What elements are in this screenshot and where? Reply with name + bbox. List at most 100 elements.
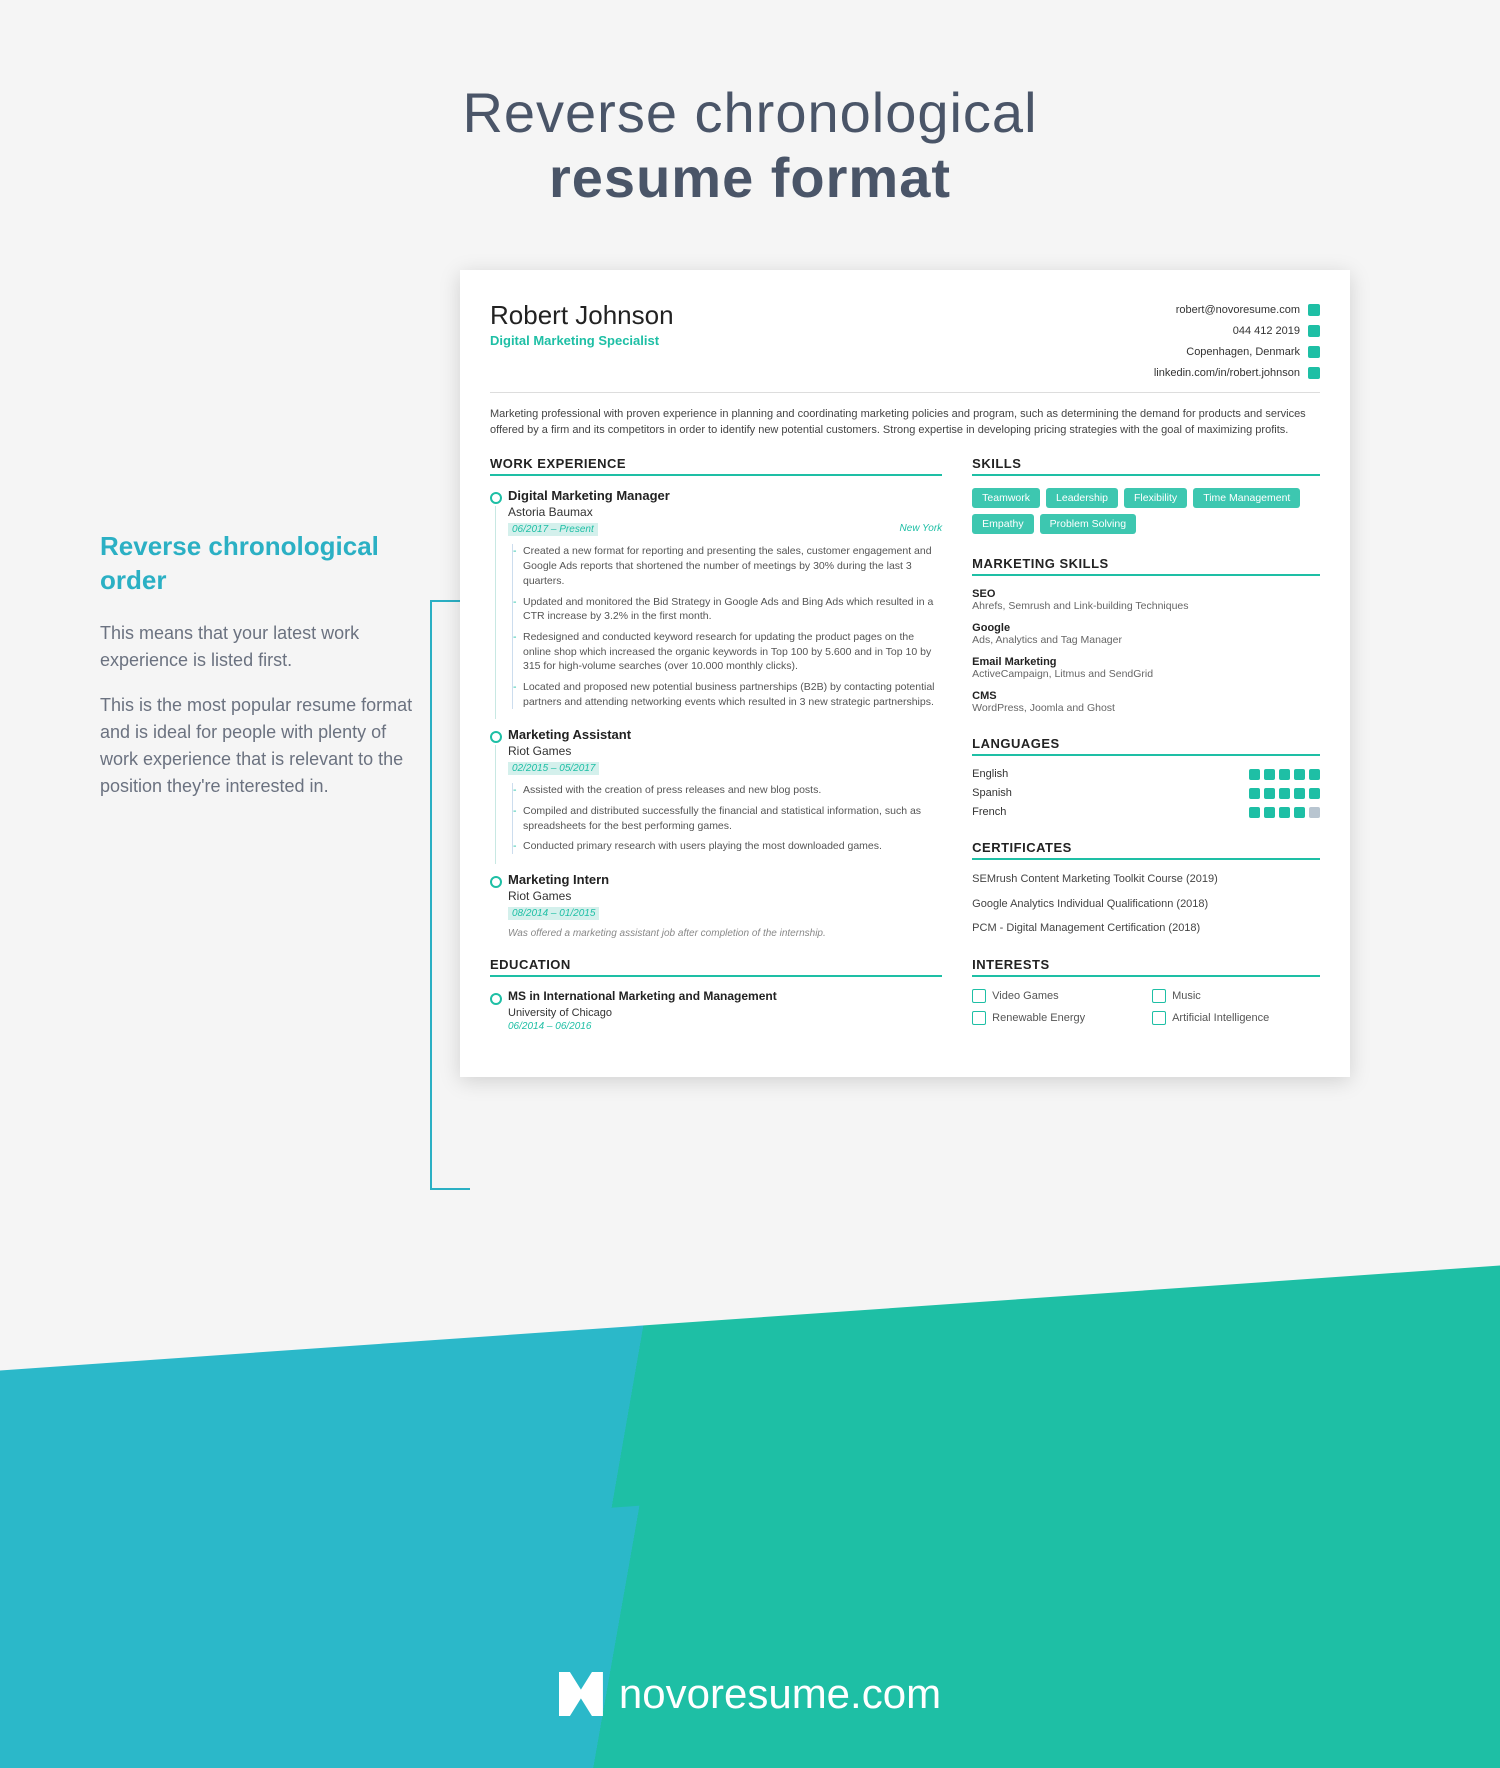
section-languages-title: LANGUAGES [972,736,1320,756]
level-dot [1264,807,1275,818]
skill-tag: Time Management [1193,488,1300,508]
level-dot [1264,769,1275,780]
interest-item: Renewable Energy [972,1011,1140,1025]
level-dot [1279,769,1290,780]
certificate-item: SEMrush Content Marketing Toolkit Course… [972,872,1320,886]
section-certs-title: CERTIFICATES [972,840,1320,860]
certificate-item: PCM - Digital Management Certification (… [972,921,1320,935]
level-dot [1294,769,1305,780]
footer-brand: novoresume.com [619,1670,941,1718]
section-education-title: EDUCATION [490,957,942,977]
resume-summary: Marketing professional with proven exper… [490,407,1320,439]
skill-tag: Flexibility [1124,488,1187,508]
interest-icon [972,989,986,1003]
interest-item: Music [1152,989,1320,1003]
title-line-2: resume format [0,145,1500,210]
section-mskills-title: MARKETING SKILLS [972,556,1320,576]
email-icon [1308,304,1320,316]
job-company: Riot Games [508,889,942,903]
interest-item: Video Games [972,989,1140,1003]
mskill-name: Email Marketing [972,656,1320,668]
language-row: English [972,768,1320,780]
job-dates: 06/2017 – Present [508,523,598,536]
job-title: Digital Marketing Manager [508,488,942,503]
mskill-name: SEO [972,588,1320,600]
interest-label: Video Games [992,990,1058,1002]
level-dot [1249,769,1260,780]
education-degree: MS in International Marketing and Manage… [508,989,942,1005]
contact-linkedin: linkedin.com/in/robert.johnson [1154,367,1300,379]
language-name: English [972,768,1008,780]
level-dot [1294,788,1305,799]
contact-location: Copenhagen, Denmark [1186,346,1300,358]
job-bullet: Created a new format for reporting and p… [523,544,942,588]
job-title: Marketing Assistant [508,727,942,742]
language-name: French [972,806,1006,818]
annotation-title: Reverse chronological order [100,530,420,598]
mskill-detail: Ahrefs, Semrush and Link-building Techni… [972,600,1188,612]
job-entry: Marketing Intern Riot Games 08/2014 – 01… [490,872,942,939]
job-location: New York [900,523,943,536]
job-dates: 08/2014 – 01/2015 [508,907,599,920]
job-company: Astoria Baumax [508,505,942,519]
annotation-p1: This means that your latest work experie… [100,620,420,674]
interest-label: Artificial Intelligence [1172,1012,1269,1024]
level-dot [1309,807,1320,818]
interest-label: Renewable Energy [992,1012,1085,1024]
job-title: Marketing Intern [508,872,942,887]
footer: novoresume.com [0,1670,1500,1718]
marketing-skill: SEOAhrefs, Semrush and Link-building Tec… [972,588,1320,612]
job-bullet: Assisted with the creation of press rele… [523,783,942,798]
job-entry: Digital Marketing Manager Astoria Baumax… [490,488,942,709]
resume-document: Robert Johnson Digital Marketing Special… [460,270,1350,1077]
language-name: Spanish [972,787,1012,799]
education-school: University of Chicago [508,1007,942,1019]
level-dot [1294,807,1305,818]
annotation-p2: This is the most popular resume format a… [100,692,420,800]
job-bullet: Redesigned and conducted keyword researc… [523,630,942,674]
skill-tag: Leadership [1046,488,1118,508]
skill-tag: Empathy [972,514,1033,534]
mskill-name: Google [972,622,1320,634]
section-interests-title: INTERESTS [972,957,1320,977]
contact-block: robert@novoresume.com 044 412 2019 Copen… [1154,300,1320,384]
level-dot [1309,769,1320,780]
interest-icon [1152,989,1166,1003]
certificate-item: Google Analytics Individual Qualificatio… [972,897,1320,911]
skill-tag: Teamwork [972,488,1040,508]
section-work-title: WORK EXPERIENCE [490,456,942,476]
mskill-detail: ActiveCampaign, Litmus and SendGrid [972,668,1153,680]
interest-item: Artificial Intelligence [1152,1011,1320,1025]
page-title: Reverse chronological resume format [0,0,1500,270]
contact-email: robert@novoresume.com [1176,304,1300,316]
job-note: Was offered a marketing assistant job af… [508,928,942,939]
level-dot [1279,788,1290,799]
interest-icon [972,1011,986,1025]
mskill-detail: WordPress, Joomla and Ghost [972,702,1115,714]
linkedin-icon [1308,367,1320,379]
interest-label: Music [1172,990,1201,1002]
job-bullet: Conducted primary research with users pl… [523,839,942,854]
level-dot [1279,807,1290,818]
education-dates: 06/2014 – 06/2016 [508,1021,942,1032]
language-row: French [972,806,1320,818]
marketing-skill: GoogleAds, Analytics and Tag Manager [972,622,1320,646]
title-line-1: Reverse chronological [0,80,1500,145]
education-entry: MS in International Marketing and Manage… [490,989,942,1032]
job-dates: 02/2015 – 05/2017 [508,762,599,775]
annotation-panel: Reverse chronological order This means t… [100,270,420,1077]
contact-phone: 044 412 2019 [1233,325,1300,337]
mskill-detail: Ads, Analytics and Tag Manager [972,634,1122,646]
job-company: Riot Games [508,744,942,758]
level-dot [1249,807,1260,818]
logo-icon [559,1672,603,1716]
marketing-skill: Email MarketingActiveCampaign, Litmus an… [972,656,1320,680]
job-bullet: Located and proposed new potential busin… [523,680,942,709]
job-bullet: Compiled and distributed successfully th… [523,804,942,833]
job-bullet: Updated and monitored the Bid Strategy i… [523,595,942,624]
language-row: Spanish [972,787,1320,799]
level-dot [1264,788,1275,799]
interest-icon [1152,1011,1166,1025]
resume-role: Digital Marketing Specialist [490,333,674,348]
level-dot [1249,788,1260,799]
